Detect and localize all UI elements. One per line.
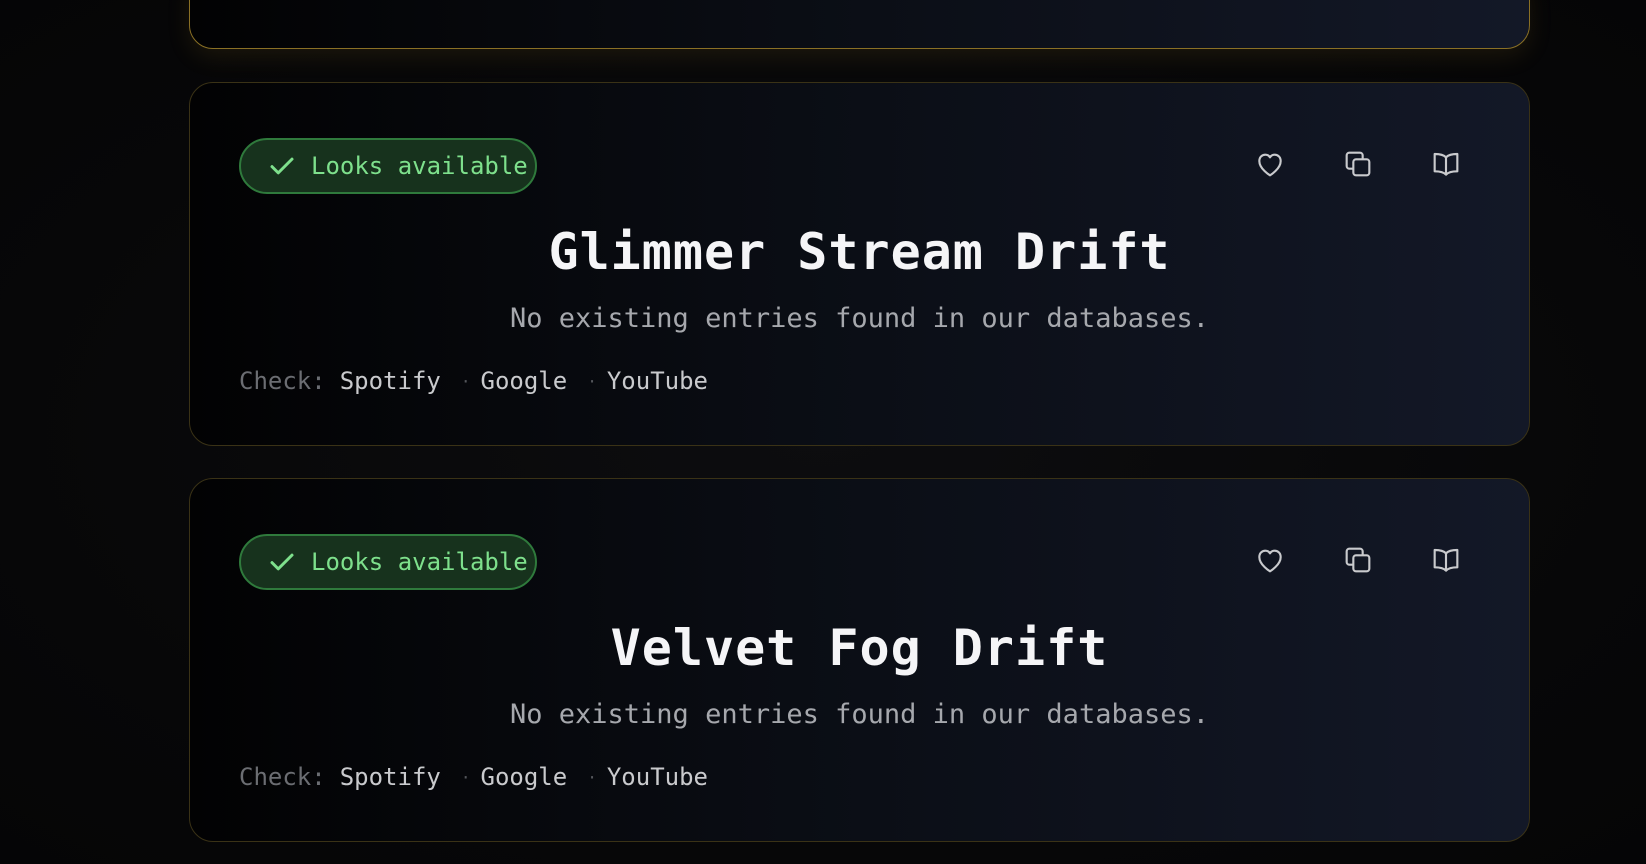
check-links: Check: Spotify · Google · YouTube: [239, 367, 708, 395]
lookup-button[interactable]: [1429, 147, 1463, 181]
result-card: Looks available Glimmer Stream Drift No …: [189, 82, 1530, 446]
separator: ·: [587, 767, 597, 787]
book-icon: [1433, 548, 1459, 572]
copy-icon: [1345, 151, 1371, 177]
favorite-button[interactable]: [1253, 147, 1287, 181]
availability-badge-label: Looks available: [311, 548, 528, 576]
check-icon: [270, 157, 294, 175]
copy-button[interactable]: [1341, 543, 1375, 577]
copy-icon: [1345, 547, 1371, 573]
availability-badge: Looks available: [239, 138, 537, 194]
check-icon: [270, 553, 294, 571]
google-link[interactable]: Google: [481, 763, 568, 791]
name-title: Glimmer Stream Drift: [548, 223, 1171, 281]
separator: ·: [460, 767, 471, 787]
copy-button[interactable]: [1341, 147, 1375, 181]
results-list: Looks available Glimmer Stream Drift No …: [0, 0, 1646, 864]
name-title: Velvet Fog Drift: [610, 619, 1109, 677]
youtube-link[interactable]: YouTube: [607, 367, 708, 395]
name-status-text: No existing entries found in our databas…: [510, 699, 1209, 730]
heart-icon: [1258, 153, 1282, 177]
favorite-button[interactable]: [1253, 543, 1287, 577]
card-actions: [1253, 147, 1463, 181]
heart-icon: [1258, 549, 1282, 573]
card-actions: [1253, 543, 1463, 577]
spotify-link[interactable]: Spotify: [340, 763, 441, 791]
lookup-button[interactable]: [1429, 543, 1463, 577]
check-label: Check:: [239, 367, 326, 395]
spotify-link[interactable]: Spotify: [340, 367, 441, 395]
result-card: Looks available Velvet Fog Drift No exis…: [189, 478, 1530, 842]
name-status-text: No existing entries found in our databas…: [510, 303, 1209, 334]
separator: ·: [460, 371, 471, 391]
youtube-link[interactable]: YouTube: [607, 763, 708, 791]
availability-badge-label: Looks available: [311, 152, 528, 180]
book-icon: [1433, 152, 1459, 176]
check-links: Check: Spotify · Google · YouTube: [239, 763, 708, 791]
check-label: Check:: [239, 763, 326, 791]
availability-badge: Looks available: [239, 534, 537, 590]
separator: ·: [587, 371, 597, 391]
result-card-previous: [189, 0, 1530, 49]
google-link[interactable]: Google: [481, 367, 568, 395]
